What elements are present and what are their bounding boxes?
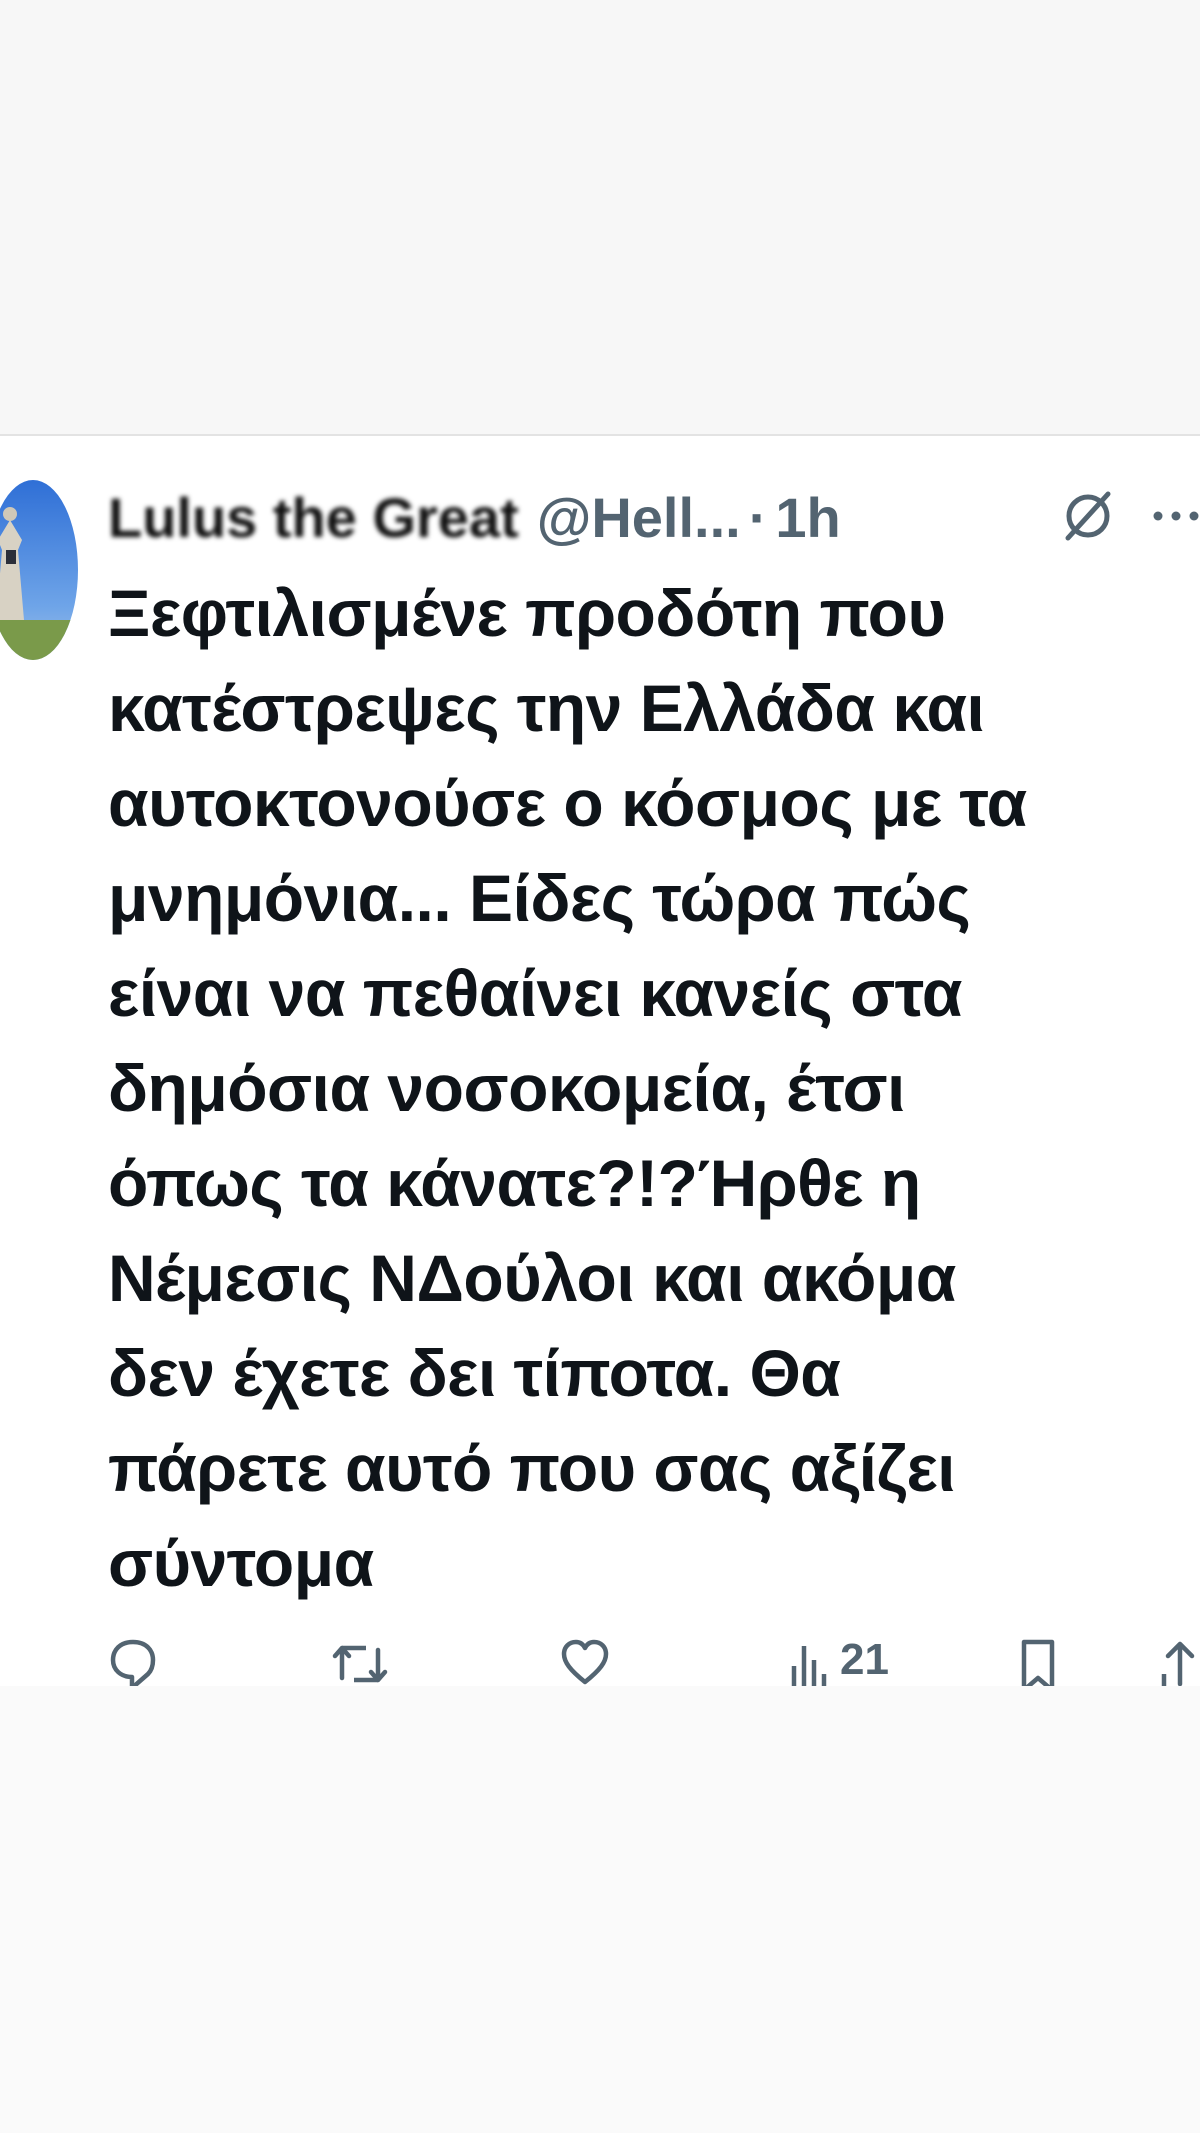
tweet-card[interactable]: Lulus the Great @Hell... · 1h Ξεφτιλισμέ… [0, 436, 1200, 1686]
tweet-text: Ξεφτιλισμένε προδότη που κατέστρεψες την… [108, 576, 1027, 1600]
heart-icon [561, 1639, 609, 1685]
separator-dot: · [748, 485, 768, 549]
views-button[interactable]: 21 [790, 1634, 889, 1686]
retweet-icon [332, 1645, 388, 1683]
retweet-button[interactable] [332, 1634, 388, 1686]
bookmark-icon [1021, 1639, 1055, 1686]
views-count: 21 [840, 1635, 889, 1684]
bookmark-button[interactable] [1016, 1634, 1060, 1686]
top-blank-area [0, 0, 1200, 434]
share-icon [1161, 1641, 1195, 1686]
views-chart-icon [791, 1646, 827, 1686]
action-bar: 21 [0, 1634, 1200, 1686]
tweet-header: Lulus the Great @Hell... · 1h [108, 482, 841, 552]
timestamp[interactable]: 1h [775, 485, 840, 550]
like-button[interactable] [560, 1634, 610, 1686]
more-dots-icon[interactable] [1150, 506, 1200, 526]
avatar[interactable] [0, 480, 78, 660]
display-name[interactable]: Lulus the Great [108, 485, 519, 550]
grok-icon[interactable] [1060, 488, 1116, 544]
bottom-blank-area [0, 1686, 1200, 2133]
reply-button[interactable] [108, 1634, 158, 1686]
reply-icon [110, 1639, 156, 1686]
share-button[interactable] [1160, 1634, 1200, 1686]
user-handle[interactable]: @Hell... [537, 485, 741, 550]
